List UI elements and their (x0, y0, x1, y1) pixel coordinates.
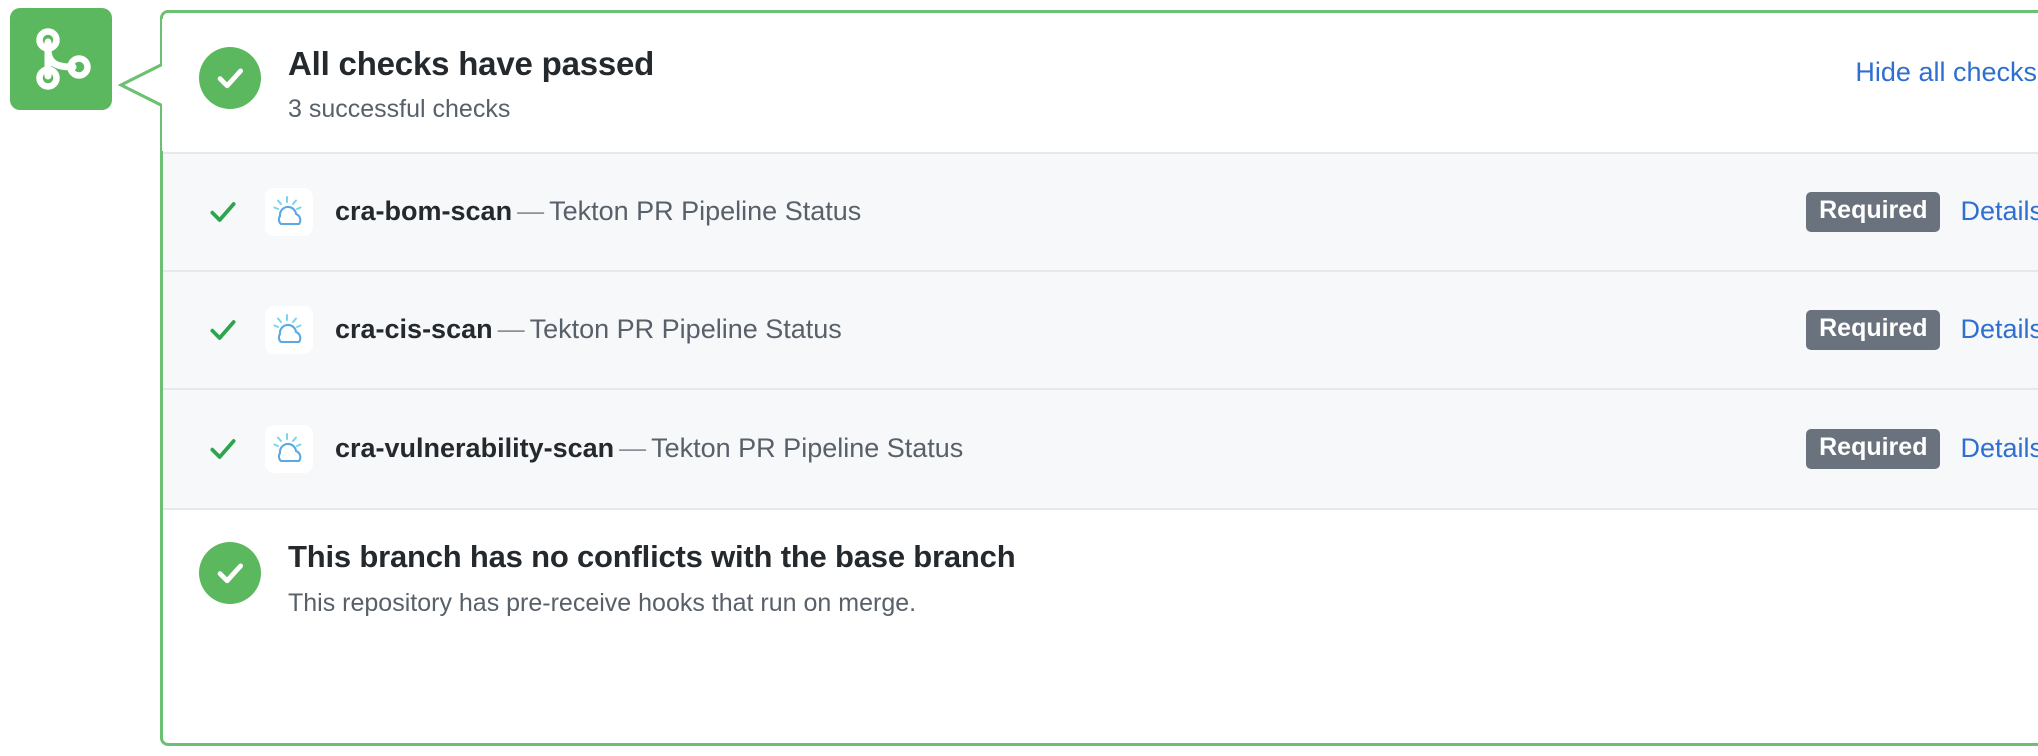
merge-conflicts-texts: This branch has no conflicts with the ba… (288, 538, 1016, 619)
check-row[interactable]: cra-vulnerability-scan — Tekton PR Pipelin… (163, 390, 2038, 508)
check-row-label: cra-vulnerability-scan — Tekton PR Pipelin… (335, 433, 1782, 464)
check-row-label: cra-bom-scan — Tekton PR Pipeline Status (335, 196, 1782, 227)
check-context: cra-cis-scan (335, 314, 493, 345)
git-merge-badge (10, 8, 112, 110)
ibm-cloud-icon (265, 305, 313, 354)
check-row-actions: Required Details (1806, 429, 2038, 469)
check-description: Tekton PR Pipeline Status (529, 314, 842, 345)
merge-conflicts-section: This branch has no conflicts with the ba… (163, 507, 2038, 645)
status-badge: Required (1806, 310, 1941, 350)
details-link[interactable]: Details (1960, 314, 2038, 345)
check-row-actions: Required Details (1806, 310, 2038, 350)
check-icon (207, 314, 265, 346)
check-context: cra-vulnerability-scan (335, 433, 615, 464)
details-link[interactable]: Details (1960, 433, 2038, 464)
checks-header: All checks have passed 3 successful chec… (163, 13, 2038, 152)
check-circle-icon (199, 47, 261, 109)
check-row-label: cra-cis-scan — Tekton PR Pipeline Status (335, 314, 1782, 345)
check-context: cra-bom-scan (335, 196, 513, 227)
page-title: All checks have passed (288, 45, 655, 82)
check-row-actions: Required Details (1806, 192, 2038, 232)
git-merge-icon (31, 27, 91, 91)
status-badge: Required (1806, 192, 1941, 232)
check-row[interactable]: cra-cis-scan — Tekton PR Pipeline Status R… (163, 272, 2038, 390)
checks-panel: All checks have passed 3 successful chec… (118, 10, 2038, 746)
merge-conflicts-subtitle: This repository has pre-receive hooks th… (288, 588, 917, 617)
checks-header-texts: All checks have passed 3 successful chec… (288, 43, 1855, 126)
panel-arrow (118, 19, 166, 151)
check-description: Tekton PR Pipeline Status (549, 196, 862, 227)
ibm-cloud-icon (265, 424, 313, 473)
check-row[interactable]: cra-bom-scan — Tekton PR Pipeline Status R… (163, 154, 2038, 272)
hide-all-checks-link[interactable]: Hide all checks (1855, 57, 2037, 88)
check-icon (207, 433, 265, 465)
merge-conflicts-title: This branch has no conflicts with the ba… (288, 538, 1016, 574)
check-dash: — (517, 196, 545, 227)
checks-summary: 3 successful checks (288, 95, 511, 124)
ibm-cloud-icon (265, 187, 313, 236)
status-badge: Required (1806, 429, 1941, 469)
details-link[interactable]: Details (1960, 196, 2038, 227)
check-dash: — (619, 433, 647, 464)
check-circle-icon (199, 541, 261, 604)
checks-list: cra-bom-scan — Tekton PR Pipeline Status R… (163, 151, 2038, 508)
check-icon (207, 196, 265, 228)
check-description: Tekton PR Pipeline Status (651, 433, 964, 464)
check-dash: — (497, 314, 525, 345)
